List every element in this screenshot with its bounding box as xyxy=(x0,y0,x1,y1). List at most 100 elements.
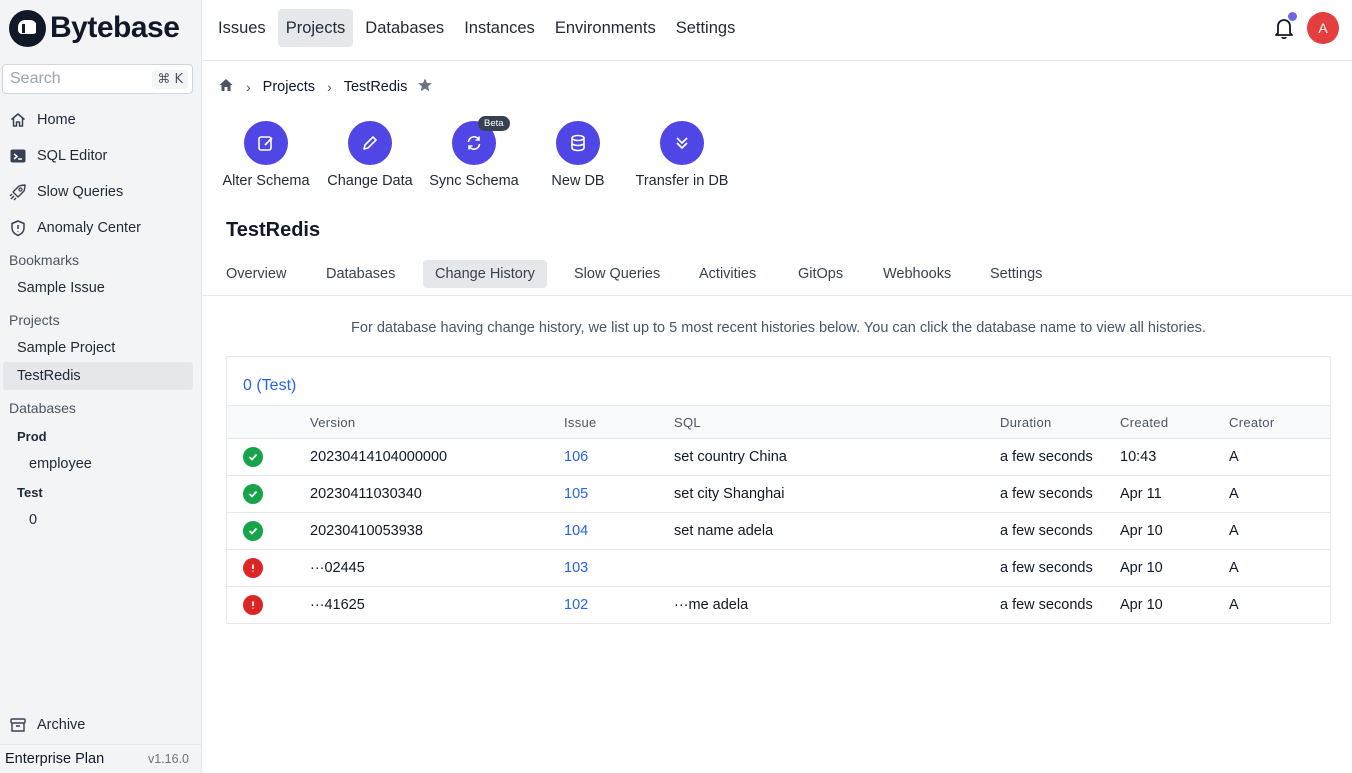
duration-cell: a few seconds xyxy=(1000,523,1093,539)
transfer-in-db-button[interactable]: Transfer in DB xyxy=(630,121,734,189)
issue-link[interactable]: 104 xyxy=(564,523,588,539)
created-cell: Apr 11 xyxy=(1120,486,1162,502)
error-icon xyxy=(243,595,263,615)
check-icon xyxy=(243,484,263,504)
alter-schema-button[interactable]: Alter Schema xyxy=(214,121,318,189)
pencil-icon xyxy=(348,121,392,165)
new-db-button[interactable]: New DB xyxy=(526,121,630,189)
version-cell: ···02445 xyxy=(310,560,365,576)
tab-databases[interactable]: Databases xyxy=(314,260,407,288)
bookmark-sample-issue[interactable]: Sample Issue xyxy=(17,280,105,296)
sidebar: Bytebase Search ⌘ K Home SQL Editor Slow… xyxy=(0,0,202,773)
archive-icon xyxy=(9,716,27,734)
check-icon xyxy=(243,447,263,467)
column-header: SQL xyxy=(674,415,701,430)
beta-badge: Beta xyxy=(478,116,510,131)
edit-icon xyxy=(244,121,288,165)
top-bar: Issues Projects Databases Instances Envi… xyxy=(202,0,1352,61)
duration-cell: a few seconds xyxy=(1000,449,1093,465)
table-row[interactable]: 20230411030340 105 set city Shanghai a f… xyxy=(227,476,1330,513)
sidebar-item-label: SQL Editor xyxy=(37,148,108,164)
sidebar-item-slow-queries[interactable]: Slow Queries xyxy=(9,178,123,206)
tab-change-history[interactable]: Change History xyxy=(423,260,547,288)
breadcrumb-projects[interactable]: Projects xyxy=(263,79,315,95)
project-testredis[interactable]: TestRedis xyxy=(3,362,193,390)
duration-cell: a few seconds xyxy=(1000,560,1093,576)
info-text: For database having change history, we l… xyxy=(351,320,1206,336)
tab-settings[interactable]: Settings xyxy=(978,260,1054,288)
table-row[interactable]: ···41625 102 ···me adela a few seconds A… xyxy=(227,587,1330,624)
change-history-panel: 0 (Test) Version Issue SQL Duration Crea… xyxy=(226,356,1331,624)
change-data-button[interactable]: Change Data xyxy=(318,121,422,189)
topnav-settings[interactable]: Settings xyxy=(668,9,744,47)
issue-link[interactable]: 102 xyxy=(564,597,588,613)
home-icon[interactable] xyxy=(218,77,234,97)
sidebar-item-label: Home xyxy=(37,112,76,128)
column-header: Created xyxy=(1120,415,1169,430)
tab-overview[interactable]: Overview xyxy=(214,260,298,288)
topnav-issues[interactable]: Issues xyxy=(210,9,274,47)
quick-action-label: Transfer in DB xyxy=(635,173,729,189)
star-icon[interactable] xyxy=(417,77,433,97)
database-link[interactable]: 0 (Test) xyxy=(243,377,296,395)
tab-slow-queries[interactable]: Slow Queries xyxy=(562,260,672,288)
issue-link[interactable]: 103 xyxy=(564,560,588,576)
issue-link[interactable]: 106 xyxy=(564,449,588,465)
issue-link[interactable]: 105 xyxy=(564,486,588,502)
quick-action-label: Alter Schema xyxy=(222,173,310,189)
tab-gitops[interactable]: GitOps xyxy=(786,260,855,288)
plan-label[interactable]: Enterprise Plan xyxy=(5,751,104,767)
sidebar-item-anomaly-center[interactable]: Anomaly Center xyxy=(9,214,141,242)
table-header: Version Issue SQL Duration Created Creat… xyxy=(227,405,1330,439)
topnav-projects[interactable]: Projects xyxy=(277,9,354,47)
created-cell: 10:43 xyxy=(1120,449,1157,465)
tab-webhooks[interactable]: Webhooks xyxy=(871,260,963,288)
chevron-right-icon: › xyxy=(246,79,251,95)
sidebar-item-label: Slow Queries xyxy=(37,184,124,200)
bookmarks-title: Bookmarks xyxy=(9,252,80,268)
error-icon xyxy=(243,558,263,578)
creator-cell: A xyxy=(1229,449,1239,465)
sync-schema-button[interactable]: Sync Schema xyxy=(422,121,526,189)
env-test: Test xyxy=(17,485,43,500)
quick-action-label: Change Data xyxy=(327,173,413,189)
sql-cell: set name adela xyxy=(674,523,774,539)
database-0[interactable]: 0 xyxy=(29,512,37,528)
search-input[interactable]: Search ⌘ K xyxy=(2,64,193,94)
sidebar-item-label: Archive xyxy=(37,717,86,733)
topnav-environments[interactable]: Environments xyxy=(547,9,664,47)
chevron-right-icon: › xyxy=(327,79,332,95)
notification-dot xyxy=(1288,12,1297,21)
sidebar-item-sql-editor[interactable]: SQL Editor xyxy=(9,142,107,170)
table-row[interactable]: 20230410053938 104 set name adela a few … xyxy=(227,513,1330,550)
sql-cell: set city Shanghai xyxy=(674,486,785,502)
bytebase-logo[interactable]: Bytebase xyxy=(9,9,180,47)
project-sample-project[interactable]: Sample Project xyxy=(17,340,115,356)
project-tabs: Overview Databases Change History Slow Q… xyxy=(202,258,1352,296)
rocket-icon xyxy=(9,183,27,201)
duration-cell: a few seconds xyxy=(1000,597,1093,613)
tab-activities[interactable]: Activities xyxy=(687,260,768,288)
logo-icon xyxy=(9,9,46,47)
creator-cell: A xyxy=(1229,597,1239,613)
column-header: Duration xyxy=(1000,415,1052,430)
database-icon xyxy=(556,121,600,165)
topnav-instances[interactable]: Instances xyxy=(456,9,543,47)
table-row[interactable]: ···02445 103 a few seconds Apr 10 A xyxy=(227,550,1330,587)
quick-action-label: New DB xyxy=(551,173,605,189)
created-cell: Apr 10 xyxy=(1120,597,1163,613)
database-employee[interactable]: employee xyxy=(29,456,92,472)
avatar[interactable]: A xyxy=(1307,12,1339,44)
table-row[interactable]: 20230414104000000 106 set country China … xyxy=(227,439,1330,476)
breadcrumb-testredis: TestRedis xyxy=(343,79,408,95)
version-cell: 20230410053938 xyxy=(310,523,423,539)
column-header: Creator xyxy=(1229,415,1275,430)
sidebar-item-archive[interactable]: Archive xyxy=(9,711,85,739)
check-icon xyxy=(243,521,263,541)
sidebar-item-home[interactable]: Home xyxy=(9,106,76,134)
home-icon xyxy=(9,111,27,129)
topnav-databases[interactable]: Databases xyxy=(357,9,452,47)
duration-cell: a few seconds xyxy=(1000,486,1093,502)
version-cell: 20230411030340 xyxy=(310,486,422,502)
version-label: v1.16.0 xyxy=(147,752,189,766)
